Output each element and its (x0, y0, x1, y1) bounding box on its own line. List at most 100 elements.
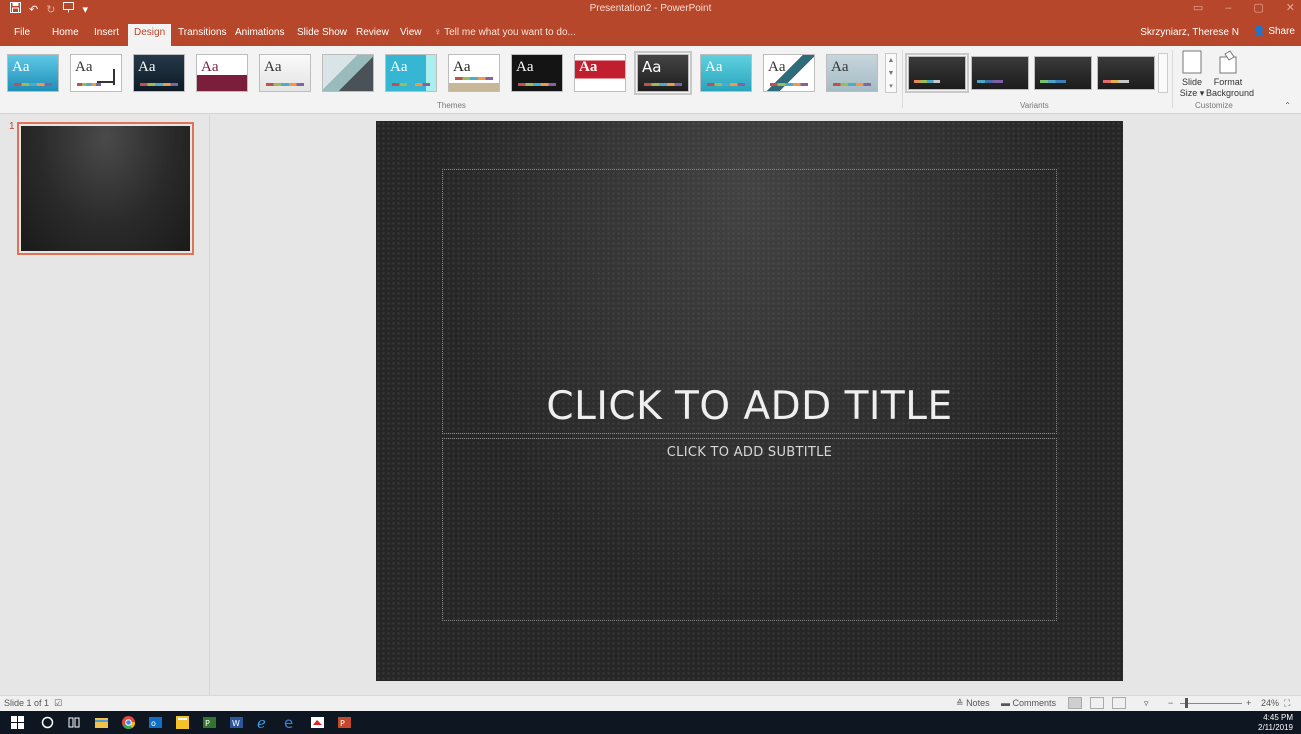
variant-thumbnail[interactable] (1097, 56, 1155, 90)
zoom-out-button[interactable]: − (1168, 698, 1173, 708)
slide-size-icon (1182, 50, 1202, 74)
tab-transitions[interactable]: Transitions (178, 27, 227, 38)
scroll-up-icon[interactable]: ▲ (886, 54, 896, 67)
tab-file[interactable]: File (14, 27, 30, 38)
sticky-notes-icon[interactable] (175, 715, 190, 730)
title-bar: ↶ ↻ ▾ Presentation2 - PowerPoint ▭ – ▢ ✕ (0, 0, 1301, 18)
variant-thumbnail[interactable] (971, 56, 1029, 90)
window-title: Presentation2 - PowerPoint (589, 3, 712, 14)
themes-group-label: Themes (437, 101, 466, 110)
theme-thumbnail[interactable] (322, 54, 374, 92)
theme-thumbnail-current[interactable]: Aa (634, 51, 692, 95)
theme-thumbnail[interactable]: Aa (826, 54, 878, 92)
comments-label: Comments (1012, 698, 1057, 708)
share-button[interactable]: 👤 Share (1253, 26, 1295, 37)
theme-thumbnail[interactable]: Aa (259, 54, 311, 92)
project-icon[interactable]: P (202, 715, 217, 730)
theme-thumbnail[interactable]: Aa (763, 54, 815, 92)
windows-taskbar: o P W e e P 4:45 PM 2/11/2019 (0, 711, 1301, 734)
theme-thumbnail[interactable]: Aa (385, 54, 437, 92)
close-icon[interactable]: ✕ (1286, 1, 1295, 16)
acrobat-icon[interactable] (310, 715, 325, 730)
theme-thumbnail[interactable]: Aa (574, 54, 626, 92)
zoom-slider-thumb[interactable] (1185, 698, 1188, 708)
subtitle-placeholder-text: CLICK TO ADD SUBTITLE (666, 445, 833, 460)
slide-sorter-view-button[interactable] (1090, 697, 1104, 709)
format-background-button[interactable]: Format Background (1206, 50, 1254, 99)
word-icon[interactable]: W (229, 715, 244, 730)
normal-view-button[interactable] (1068, 697, 1082, 709)
theme-thumbnail[interactable]: Aa (448, 54, 500, 92)
theme-thumbnail[interactable]: Aa (700, 54, 752, 92)
slide-show-view-icon[interactable]: ▿ (1144, 698, 1149, 709)
tab-home[interactable]: Home (52, 27, 79, 38)
variant-thumbnail[interactable] (1034, 56, 1092, 90)
theme-thumbnail[interactable]: Aa (7, 54, 59, 92)
ribbon-tabs: File Home Insert Design Transitions Anim… (0, 18, 1301, 46)
svg-text:P: P (340, 719, 345, 728)
account-name[interactable]: Skrzyniarz, Therese N (1140, 27, 1239, 38)
themes-gallery-scroll[interactable]: ▲ ▼ ▾ (885, 53, 897, 93)
outlook-icon[interactable]: o (148, 715, 163, 730)
tab-design[interactable]: Design (128, 24, 172, 46)
status-bar: Slide 1 of 1 ☑ ≙ Notes ▬ Comments ▿ − + … (0, 695, 1301, 711)
tab-animations[interactable]: Animations (235, 27, 284, 38)
svg-text:e: e (284, 715, 293, 730)
variant-thumbnail-current[interactable] (905, 53, 969, 93)
slide-canvas[interactable]: CLICK TO ADD TITLE CLICK TO ADD SUBTITLE (376, 121, 1123, 681)
task-view-icon[interactable] (67, 715, 82, 730)
slide-count: Slide 1 of 1 (4, 698, 50, 708)
theme-thumbnail[interactable]: Aa (511, 54, 563, 92)
internet-explorer-icon[interactable]: e (256, 715, 271, 730)
slide-size-label-1: Slide (1181, 77, 1202, 87)
theme-thumbnail[interactable]: Aa (70, 54, 122, 92)
fit-to-window-icon[interactable]: ⛶ (1284, 698, 1290, 709)
notes-label: Notes (966, 698, 990, 708)
tab-insert[interactable]: Insert (94, 27, 119, 38)
edge-icon[interactable]: e (283, 715, 298, 730)
ribbon-display-options-icon[interactable]: ▭ (1193, 1, 1203, 16)
system-clock[interactable]: 4:45 PM 2/11/2019 (1258, 713, 1293, 733)
zoom-in-button[interactable]: + (1246, 698, 1251, 708)
spelling-check-icon[interactable]: ☑ (54, 698, 62, 709)
tab-slide-show[interactable]: Slide Show (297, 27, 347, 38)
tell-me-search[interactable]: ♀ Tell me what you want to do... (434, 27, 576, 38)
windows-start-icon[interactable] (10, 715, 25, 730)
format-background-label-1: Format (1213, 77, 1243, 87)
scroll-down-icon[interactable]: ▼ (886, 67, 896, 80)
theme-thumbnail[interactable]: Aa (133, 54, 185, 92)
title-placeholder[interactable]: CLICK TO ADD TITLE (442, 169, 1057, 434)
variants-group-label: Variants (1020, 101, 1049, 110)
tab-review[interactable]: Review (356, 27, 389, 38)
slide-thumbnail[interactable] (17, 122, 194, 255)
tab-view[interactable]: View (400, 27, 422, 38)
clock-date: 2/11/2019 (1258, 723, 1293, 732)
person-icon: 👤 (1253, 26, 1266, 37)
zoom-level[interactable]: 24% (1261, 698, 1279, 708)
maximize-icon[interactable]: ▢ (1253, 1, 1263, 16)
reading-view-button[interactable] (1112, 697, 1126, 709)
format-background-label-2: Background (1206, 88, 1255, 98)
share-label: Share (1268, 26, 1295, 37)
comments-button[interactable]: ▬ Comments (1001, 698, 1056, 708)
more-icon[interactable]: ▾ (886, 80, 896, 93)
slide-size-button[interactable]: Slide Size ▾ (1178, 50, 1206, 99)
cortana-search-icon[interactable] (40, 715, 55, 730)
theme-thumbnail[interactable]: Aa (196, 54, 248, 92)
svg-text:W: W (232, 719, 240, 728)
subtitle-placeholder[interactable]: CLICK TO ADD SUBTITLE (442, 438, 1057, 621)
variants-gallery-scroll[interactable] (1158, 53, 1168, 93)
powerpoint-icon[interactable]: P (337, 715, 352, 730)
zoom-slider[interactable] (1180, 703, 1242, 704)
svg-text:o: o (151, 719, 156, 728)
collapse-ribbon-icon[interactable]: ⌃ (1284, 101, 1291, 110)
file-explorer-icon[interactable] (94, 715, 109, 730)
group-separator (902, 50, 903, 108)
notes-button[interactable]: ≙ Notes (956, 698, 990, 709)
lightbulb-icon: ♀ (434, 27, 442, 38)
minimize-icon[interactable]: – (1225, 1, 1231, 16)
svg-text:e: e (257, 715, 266, 730)
slide-editing-area: CLICK TO ADD TITLE CLICK TO ADD SUBTITLE (211, 115, 1301, 695)
tell-me-text: Tell me what you want to do... (444, 27, 576, 38)
chrome-icon[interactable] (121, 715, 136, 730)
